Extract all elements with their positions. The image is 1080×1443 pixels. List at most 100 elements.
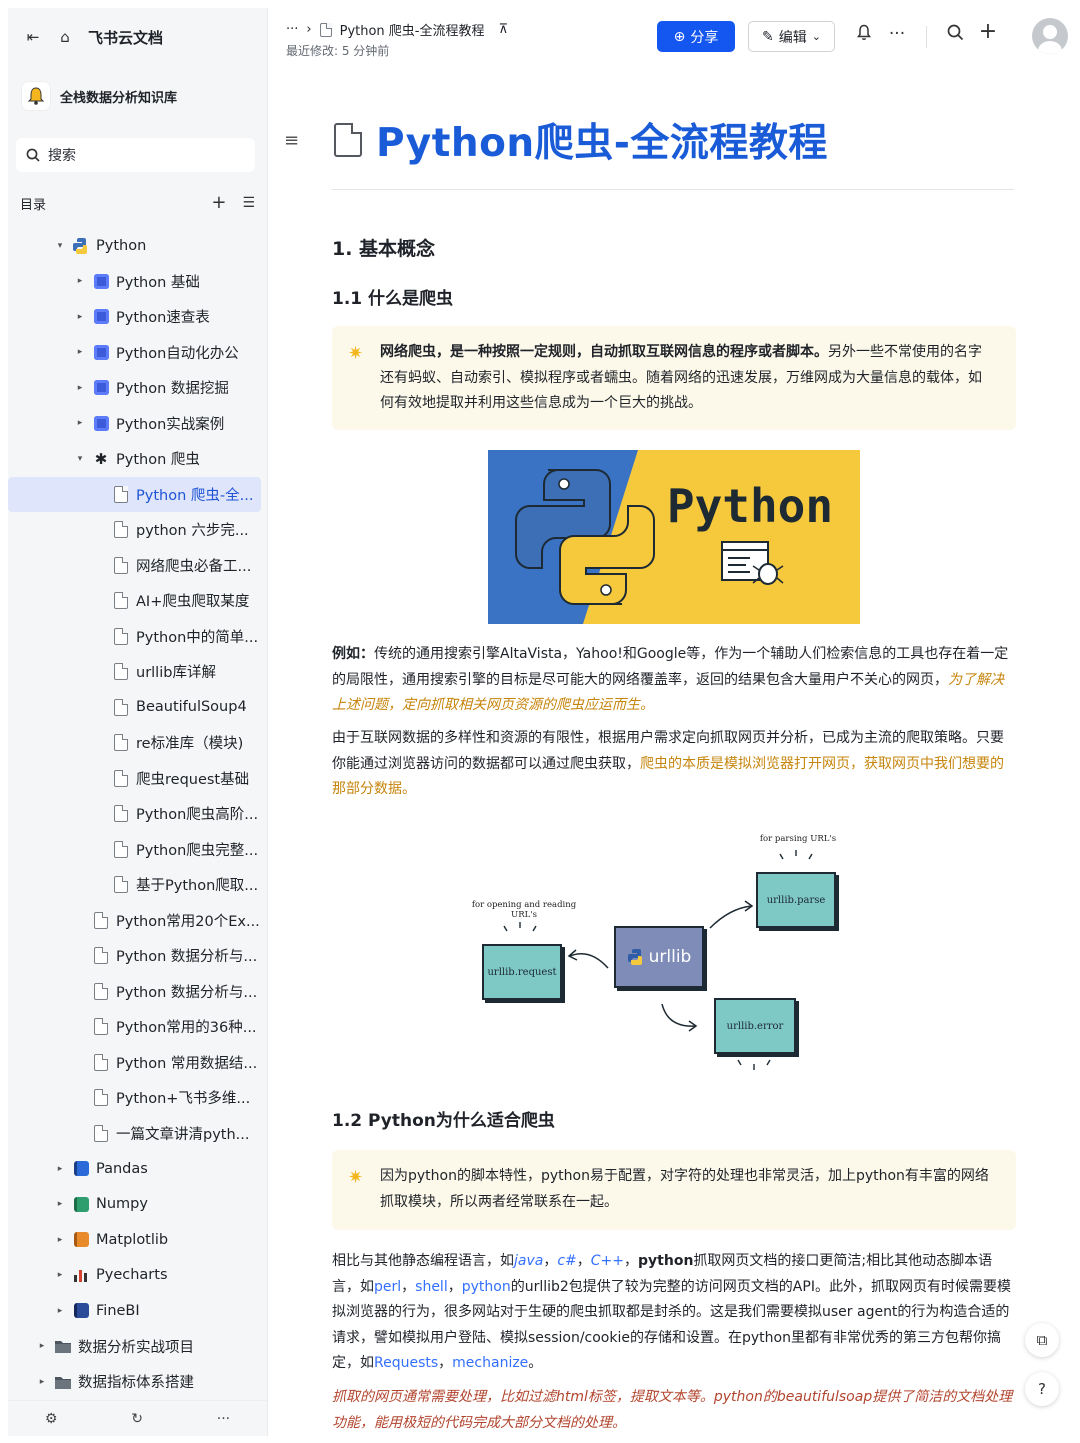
tree-item[interactable]: ▾ ✱ Python 爬虫 bbox=[8, 441, 267, 477]
edit-mode-button[interactable]: ✎ 编辑 ⌄ bbox=[748, 21, 835, 52]
caret-right-icon[interactable]: ▸ bbox=[74, 276, 86, 286]
breadcrumb: ··· › Python 爬虫-全流程教程 ⊼ bbox=[286, 20, 508, 39]
share-link-icon[interactable]: ↻ bbox=[131, 1411, 143, 1427]
tree-item[interactable]: ▸ Python速查表 bbox=[8, 299, 267, 335]
create-icon[interactable]: + bbox=[976, 19, 1000, 44]
help-float-icon[interactable]: ? bbox=[1025, 1372, 1059, 1406]
caret-right-icon[interactable]: ▸ bbox=[74, 383, 86, 393]
share-button[interactable]: ⊕ 分享 bbox=[657, 21, 735, 52]
python-wordmark: Python bbox=[667, 479, 833, 533]
caret-right-icon[interactable]: ▸ bbox=[74, 347, 86, 357]
tree-item[interactable]: BeautifulSoup4 bbox=[8, 690, 267, 726]
chevron-down-icon: ⌄ bbox=[811, 30, 821, 43]
tree-item[interactable]: ▸ Matplotlib bbox=[8, 1222, 267, 1258]
knowledge-base-row[interactable]: 全栈数据分析知识库 bbox=[18, 76, 259, 116]
tree-item[interactable]: AI+爬虫爬取某度 bbox=[8, 583, 267, 619]
tree-item[interactable]: Python常用20个Ex... bbox=[8, 903, 267, 939]
sidebar-search[interactable]: 搜索 bbox=[16, 138, 255, 172]
share-label: 分享 bbox=[690, 29, 719, 46]
doc-icon bbox=[92, 1053, 110, 1071]
tree-item[interactable]: ▸ 数据指标体系搭建 bbox=[8, 1364, 267, 1400]
doc-icon bbox=[112, 556, 130, 574]
doc-icon bbox=[92, 1089, 110, 1107]
tree-item[interactable]: ▸ Numpy bbox=[8, 1187, 267, 1223]
p3-requests: Requests bbox=[374, 1355, 439, 1371]
outline-toggle-icon[interactable]: ≡ bbox=[284, 130, 299, 151]
breadcrumb-more[interactable]: ··· bbox=[286, 22, 298, 37]
app-name[interactable]: 飞书云文档 bbox=[88, 27, 163, 48]
p3-sep: ， bbox=[543, 1253, 558, 1269]
caret-right-icon[interactable]: ▸ bbox=[54, 1306, 66, 1316]
tree-item[interactable]: Python爬虫完整... bbox=[8, 832, 267, 868]
doc-title[interactable]: Python爬虫-全流程教程 bbox=[376, 112, 828, 168]
pin-icon[interactable]: ⊼ bbox=[499, 22, 509, 37]
caret-right-icon[interactable]: ▸ bbox=[74, 312, 86, 322]
caret-right-icon[interactable]: ▸ bbox=[54, 1164, 66, 1174]
caret-down-icon[interactable]: ▾ bbox=[54, 241, 66, 251]
caret-right-icon[interactable]: ▸ bbox=[54, 1199, 66, 1209]
tree-item[interactable]: Python爬虫高阶... bbox=[8, 796, 267, 832]
tree-item[interactable]: Python+飞书多维... bbox=[8, 1080, 267, 1116]
p3-shell: shell bbox=[415, 1278, 448, 1295]
more-options-icon[interactable]: ··· bbox=[885, 24, 909, 44]
tree-item[interactable]: ▸ Pandas bbox=[8, 1151, 267, 1187]
tree-item[interactable]: 一篇文章讲清pyth... bbox=[8, 1116, 267, 1152]
caret-down-icon[interactable]: ▾ bbox=[74, 454, 86, 464]
breadcrumb-title[interactable]: Python 爬虫-全流程教程 bbox=[340, 20, 485, 39]
doc-icon bbox=[112, 840, 130, 858]
tree-item-label: Python 基础 bbox=[116, 274, 200, 291]
heading-what-is-crawler: 1.1 什么是爬虫 bbox=[332, 289, 454, 309]
tree-item[interactable]: 爬虫request基础 bbox=[8, 761, 267, 797]
tree-item[interactable]: ▾ Python bbox=[8, 228, 267, 264]
tree-item[interactable]: Python常用的36种... bbox=[8, 1009, 267, 1045]
caret-right-icon[interactable]: ▸ bbox=[54, 1270, 66, 1280]
notification-bell-icon[interactable] bbox=[852, 24, 876, 46]
tree-item[interactable]: urllib库详解 bbox=[8, 654, 267, 690]
tree-item-label: 基于Python爬取... bbox=[136, 878, 259, 895]
p3-python-2: python bbox=[461, 1278, 511, 1295]
tree-item[interactable]: ▸ Python 数据挖掘 bbox=[8, 370, 267, 406]
tree-item[interactable]: ▸ 数据分析实战项目 bbox=[8, 1329, 267, 1365]
tree-item[interactable]: Python 数据分析与... bbox=[8, 974, 267, 1010]
tree-item-label: Python 常用数据结... bbox=[116, 1055, 258, 1072]
tree-item[interactable]: ▸ Python 基础 bbox=[8, 264, 267, 300]
caret-right-icon[interactable]: ▸ bbox=[36, 1377, 48, 1387]
tree-item[interactable]: Python 爬虫-全... bbox=[8, 476, 261, 512]
caret-right-icon[interactable]: ▸ bbox=[74, 418, 86, 428]
tree-item[interactable]: python 六步完... bbox=[8, 512, 267, 548]
tree-item[interactable]: Python 数据分析与... bbox=[8, 938, 267, 974]
collapse-sidebar-icon[interactable]: ⇤ bbox=[24, 28, 42, 46]
tree-item[interactable]: 网络爬虫必备工... bbox=[8, 548, 267, 584]
toc-header: 目录 + ☰ bbox=[20, 190, 255, 216]
search-icon[interactable] bbox=[943, 24, 967, 46]
avatar[interactable] bbox=[1032, 18, 1068, 54]
comment-float-icon[interactable]: ⧉ bbox=[1025, 1323, 1059, 1357]
more-icon[interactable]: ··· bbox=[217, 1411, 230, 1427]
settings-icon[interactable]: ⚙ bbox=[45, 1411, 58, 1427]
blue-square-icon bbox=[92, 414, 110, 432]
tree-item-label: 爬虫request基础 bbox=[136, 771, 250, 788]
p3-mechanize: mechanize bbox=[452, 1355, 529, 1371]
list-settings-icon[interactable]: ☰ bbox=[242, 192, 255, 214]
add-icon[interactable]: + bbox=[211, 192, 226, 214]
tree-item[interactable]: Python 常用数据结... bbox=[8, 1045, 267, 1081]
book-blue-icon bbox=[72, 1160, 90, 1178]
tree-item[interactable]: ▸ Python实战案例 bbox=[8, 406, 267, 442]
caret-right-icon[interactable]: ▸ bbox=[54, 1235, 66, 1245]
tree-item-label: Matplotlib bbox=[96, 1231, 169, 1248]
tree-item[interactable]: 基于Python爬取... bbox=[8, 867, 267, 903]
p3-java: java bbox=[514, 1253, 544, 1269]
tree-item[interactable]: ▸ Python自动化办公 bbox=[8, 335, 267, 371]
tree-item[interactable]: ▸ Pyecharts bbox=[8, 1258, 267, 1294]
tree-item-label: Python 爬虫-全... bbox=[136, 487, 254, 504]
tree-item[interactable]: ▸ FineBI bbox=[8, 1293, 267, 1329]
tree-item[interactable]: Python中的简单... bbox=[8, 619, 267, 655]
p3-cpp: C++ bbox=[590, 1253, 625, 1269]
tree-item[interactable]: re标准库（模块) bbox=[8, 725, 267, 761]
home-icon[interactable]: ⌂ bbox=[56, 28, 74, 46]
p3-sep: ， bbox=[401, 1278, 416, 1295]
tree-item-label: FineBI bbox=[96, 1302, 140, 1319]
doc-icon bbox=[112, 876, 130, 894]
caret-right-icon[interactable]: ▸ bbox=[36, 1341, 48, 1351]
doc-icon bbox=[112, 521, 130, 539]
